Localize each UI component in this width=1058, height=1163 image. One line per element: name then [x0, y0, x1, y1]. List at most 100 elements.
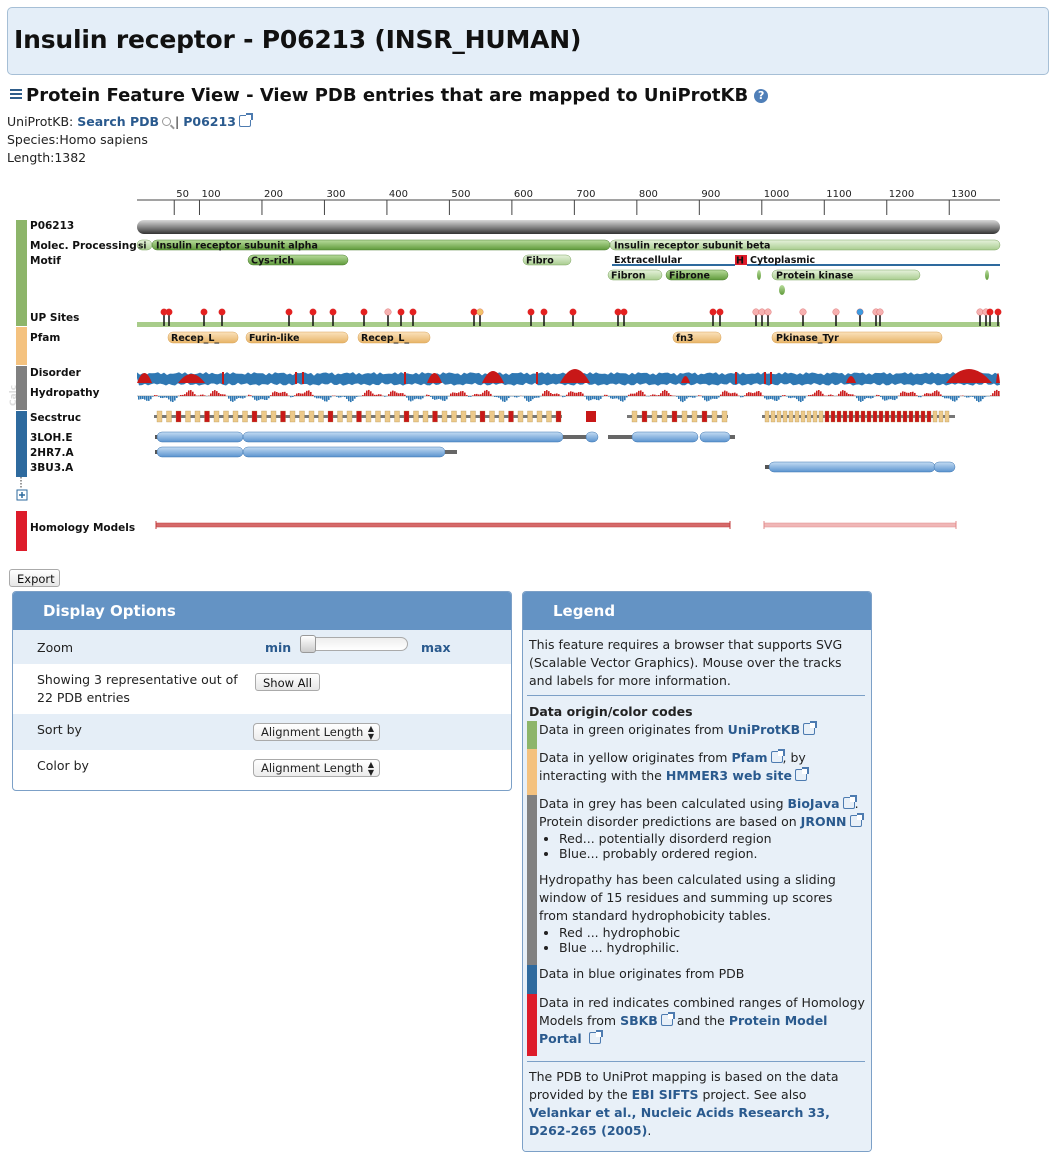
secstruc-block	[836, 410, 842, 423]
hydropathy-bar	[304, 392, 306, 396]
show-all-button[interactable]: Show All	[255, 673, 320, 691]
hydropathy-bar	[576, 392, 578, 396]
up-sites-track[interactable]	[137, 308, 1002, 327]
hydropathy-bar	[838, 393, 840, 396]
track-label-pdb3[interactable]: 3BU3.A	[30, 462, 74, 474]
secstruc-block	[318, 410, 324, 423]
hydropathy-bar	[614, 396, 616, 399]
hydropathy-bar	[354, 396, 356, 399]
track-label-molec[interactable]: Molec. Processing	[30, 240, 137, 252]
external-link-icon[interactable]	[660, 1012, 675, 1026]
hydropathy-bar	[518, 396, 520, 397]
export-button[interactable]: Export	[9, 569, 60, 587]
track-label-pdb1[interactable]: 3LOH.E	[30, 432, 73, 444]
secstruc-block	[517, 410, 524, 423]
secstruc-block	[441, 410, 448, 423]
secstruc-block	[232, 410, 239, 423]
hydropathy-bar	[372, 393, 374, 396]
hydropathy-bar	[268, 396, 270, 399]
track-label-pdb2[interactable]: 2HR7.A	[30, 447, 74, 459]
hydropathy-bar	[714, 396, 716, 399]
jronn-link[interactable]: JRONN	[801, 814, 847, 829]
disorder-marker	[295, 372, 297, 384]
hydropathy-bar	[902, 391, 904, 396]
track-label-accession[interactable]: P06213	[30, 220, 74, 232]
help-icon[interactable]: ?	[754, 89, 769, 103]
ebi-sifts-link[interactable]: EBI SIFTS	[632, 1087, 699, 1102]
hydropathy-bar	[852, 394, 854, 396]
disorder-track[interactable]	[137, 369, 1000, 386]
site-marker	[976, 308, 984, 316]
hydropathy-bar	[556, 393, 558, 396]
track-label-disorder[interactable]: Disorder	[30, 367, 82, 379]
track-label-homology[interactable]: Homology Models	[30, 522, 135, 534]
secstruc-block	[878, 410, 884, 423]
secstruc-block	[806, 410, 812, 423]
external-link-icon[interactable]	[849, 813, 864, 827]
uniprotkb-link[interactable]: UniProtKB	[728, 722, 800, 737]
hydropathy-bar	[590, 396, 592, 401]
hydropathy-bar	[802, 396, 804, 401]
hydropathy-bar	[346, 396, 348, 399]
hydropathy-bar	[924, 393, 926, 396]
pfam-furin: Furin-like	[249, 333, 299, 344]
external-link-icon[interactable]	[238, 113, 253, 127]
color-select[interactable]: Alignment Length ▲ ▼	[253, 759, 380, 777]
track-label-hydropathy[interactable]: Hydropathy	[30, 387, 100, 399]
hydropathy-bar	[144, 396, 146, 400]
pfam-track[interactable]: Recep_L_ Furin-like Recep_L_ fn3 Pkinase…	[167, 331, 943, 344]
sequence-bar[interactable]	[137, 220, 1000, 234]
external-link-icon[interactable]	[588, 1030, 603, 1044]
external-link-icon[interactable]	[794, 767, 809, 781]
hydropathy-bar	[830, 394, 832, 396]
hydropathy-track[interactable]	[137, 389, 1000, 403]
hmmer-link[interactable]: HMMER3 web site	[666, 768, 792, 783]
sort-select[interactable]: Alignment Length ▲ ▼	[253, 723, 380, 741]
molec-processing-track[interactable]: si Insulin receptor subunit alpha Insuli…	[136, 239, 1001, 252]
hydropathy-bar	[828, 394, 830, 396]
legend-body: This feature requires a browser that sup…	[523, 630, 871, 1151]
zoom-slider[interactable]	[300, 635, 408, 653]
secstruc-block	[884, 410, 890, 423]
sbkb-link[interactable]: SBKB	[620, 1013, 658, 1028]
accession-link[interactable]: P06213	[183, 114, 236, 129]
hydropathy-bar	[500, 396, 502, 400]
hydropathy-bar	[600, 396, 602, 399]
track-label-motif[interactable]: Motif	[30, 255, 61, 267]
ruler-tick-label: 400	[389, 189, 408, 200]
homology-models-track[interactable]	[155, 521, 957, 529]
hydropathy-bar	[580, 391, 582, 396]
hydropathy-bar	[912, 391, 914, 396]
pfam-link[interactable]: Pfam	[731, 750, 767, 765]
track-label-pfam[interactable]: Pfam	[30, 332, 60, 344]
hydropathy-bar	[252, 396, 254, 398]
hydropathy-bar	[564, 396, 566, 397]
secstruc-block	[691, 410, 698, 423]
secstruc-track[interactable]	[154, 410, 955, 423]
external-link-icon[interactable]	[803, 721, 818, 735]
biojava-link[interactable]: BioJava	[788, 796, 840, 811]
hydropathy-bar	[568, 392, 570, 396]
hydropathy-bar	[626, 396, 628, 398]
hydropathy-bar	[666, 390, 668, 396]
hydropathy-bar	[950, 396, 952, 400]
protein-feature-viewer[interactable]: 50 100 200 300 400 500 600 700 800 900 1000 1100 120…	[0, 180, 1058, 560]
external-link-icon[interactable]	[770, 749, 785, 763]
pdb-chain-3loh-e[interactable]	[155, 431, 735, 443]
secstruc-block	[812, 410, 818, 423]
pdb-chain-3bu3-a[interactable]	[765, 461, 956, 473]
velankar-link[interactable]: Velankar et al., Nucleic Acids Research …	[529, 1105, 830, 1138]
track-label-sites[interactable]: UP Sites	[30, 312, 79, 324]
zoom-slider-handle[interactable]	[300, 635, 316, 653]
hydropathy-bar	[352, 396, 354, 401]
hydropathy-bar	[766, 396, 768, 400]
hydropathy-bar	[744, 395, 746, 396]
secstruc-block	[641, 410, 648, 423]
hydropathy-bar	[480, 394, 482, 396]
track-label-secstruc[interactable]: Secstruc	[30, 412, 81, 424]
external-link-icon[interactable]	[842, 795, 857, 809]
pdb-chain-2hr7-a[interactable]	[155, 446, 457, 458]
search-pdb-link[interactable]: Search PDB	[77, 114, 159, 129]
motif-track[interactable]: Cys-rich Fibro Extracellular H Cytoplasm…	[247, 254, 1000, 295]
hydropathy-bar	[258, 396, 260, 401]
